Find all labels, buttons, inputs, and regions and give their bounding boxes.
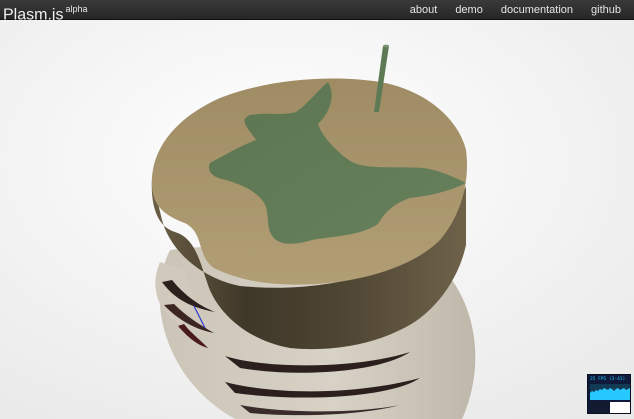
page: Plasm.js alpha about demo documentation g…: [0, 0, 634, 419]
top-navbar: Plasm.js alpha about demo documentation g…: [0, 0, 634, 23]
fps-graph: [590, 384, 630, 400]
ms-graph: [590, 402, 630, 413]
fps-readout: 35 FPS (3-41): [590, 377, 626, 382]
brand-alpha-tag: alpha: [65, 4, 88, 14]
nav-link-documentation[interactable]: documentation: [501, 0, 573, 20]
nav-link-about[interactable]: about: [410, 0, 438, 20]
fps-stats-panel[interactable]: 35 FPS (3-41): [587, 374, 631, 414]
ms-graph-bar: [590, 402, 610, 413]
nav-link-github[interactable]: github: [591, 0, 621, 20]
3d-viewport-canvas[interactable]: [0, 20, 634, 419]
nav-link-demo[interactable]: demo: [455, 0, 483, 20]
main-nav: about demo documentation github: [392, 0, 621, 20]
3d-model-render: [0, 20, 634, 419]
